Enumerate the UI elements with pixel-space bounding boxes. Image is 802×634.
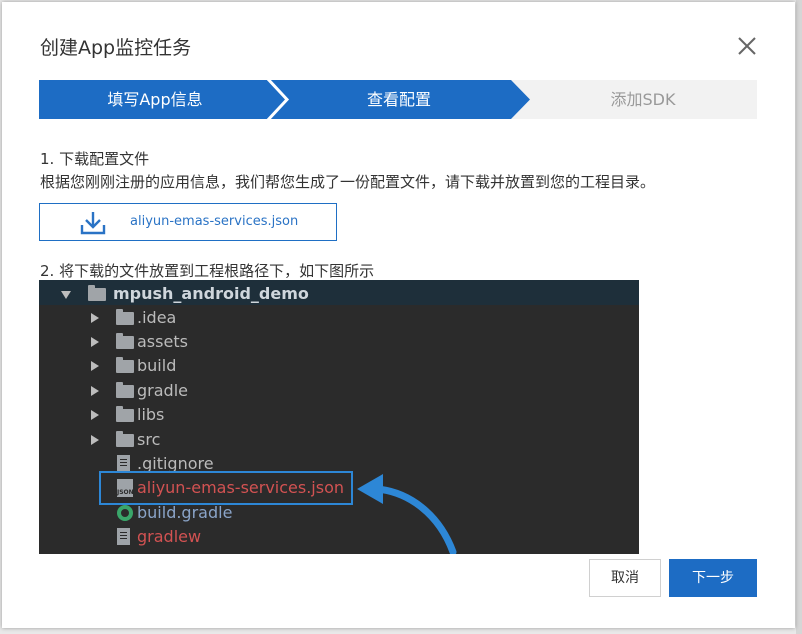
step1-heading: 1. 下载配置文件 (40, 150, 150, 168)
step1-description: 根据您刚刚注册的应用信息，我们帮您生成了一份配置文件，请下载并放置到您的工程目录… (40, 173, 656, 191)
text-file-icon (117, 528, 130, 545)
expand-icon (91, 361, 99, 371)
expand-icon (91, 337, 99, 347)
gradle-icon (117, 505, 133, 521)
download-config-button[interactable]: aliyun-emas-services.json (39, 203, 337, 241)
step-view-config: 查看配置 (366, 90, 431, 109)
expand-icon (91, 410, 99, 420)
background-panel (796, 0, 802, 634)
step2-heading: 2. 将下载的文件放置到工程根路径下，如下图所示 (40, 262, 375, 280)
tree-root-label: mpush_android_demo (113, 284, 309, 303)
tree-folder-label: .idea (137, 308, 177, 327)
tree-folder-label: src (137, 430, 161, 449)
project-tree-screenshot: mpush_android_demo .idea assets build gr… (39, 280, 639, 554)
folder-icon (116, 431, 134, 447)
step-progress: 填写App信息 查看配置 添加SDK (39, 80, 757, 119)
folder-icon (116, 382, 134, 398)
tree-folder-label: assets (137, 332, 188, 351)
dialog-title: 创建App监控任务 (40, 37, 192, 59)
close-icon[interactable] (735, 34, 759, 58)
collapse-icon (61, 291, 71, 299)
folder-icon (88, 285, 106, 301)
folder-icon (116, 309, 134, 325)
expand-icon (91, 313, 99, 323)
step-add-sdk: 添加SDK (610, 90, 676, 109)
tree-file-label: gradlew (137, 527, 202, 546)
folder-icon (116, 406, 134, 422)
expand-icon (91, 435, 99, 445)
step-fill-app-info: 填写App信息 (107, 90, 203, 109)
cancel-button[interactable]: 取消 (589, 559, 661, 597)
next-step-button[interactable]: 下一步 (669, 559, 757, 597)
pointer-arrow-icon (357, 474, 457, 554)
tree-folder-label: build (137, 356, 177, 375)
download-icon (80, 212, 106, 235)
download-button-label: aliyun-emas-services.json (130, 214, 299, 229)
folder-icon (116, 357, 134, 373)
text-file-icon (117, 455, 130, 472)
tree-folder-label: libs (137, 405, 165, 424)
create-app-monitor-dialog: 创建App监控任务 填写App信息 查看配置 添加SDK 1. 下载配置文件 根… (2, 2, 795, 628)
highlight-box (99, 471, 353, 505)
expand-icon (91, 386, 99, 396)
folder-icon (116, 333, 134, 349)
tree-folder-label: gradle (137, 381, 188, 400)
